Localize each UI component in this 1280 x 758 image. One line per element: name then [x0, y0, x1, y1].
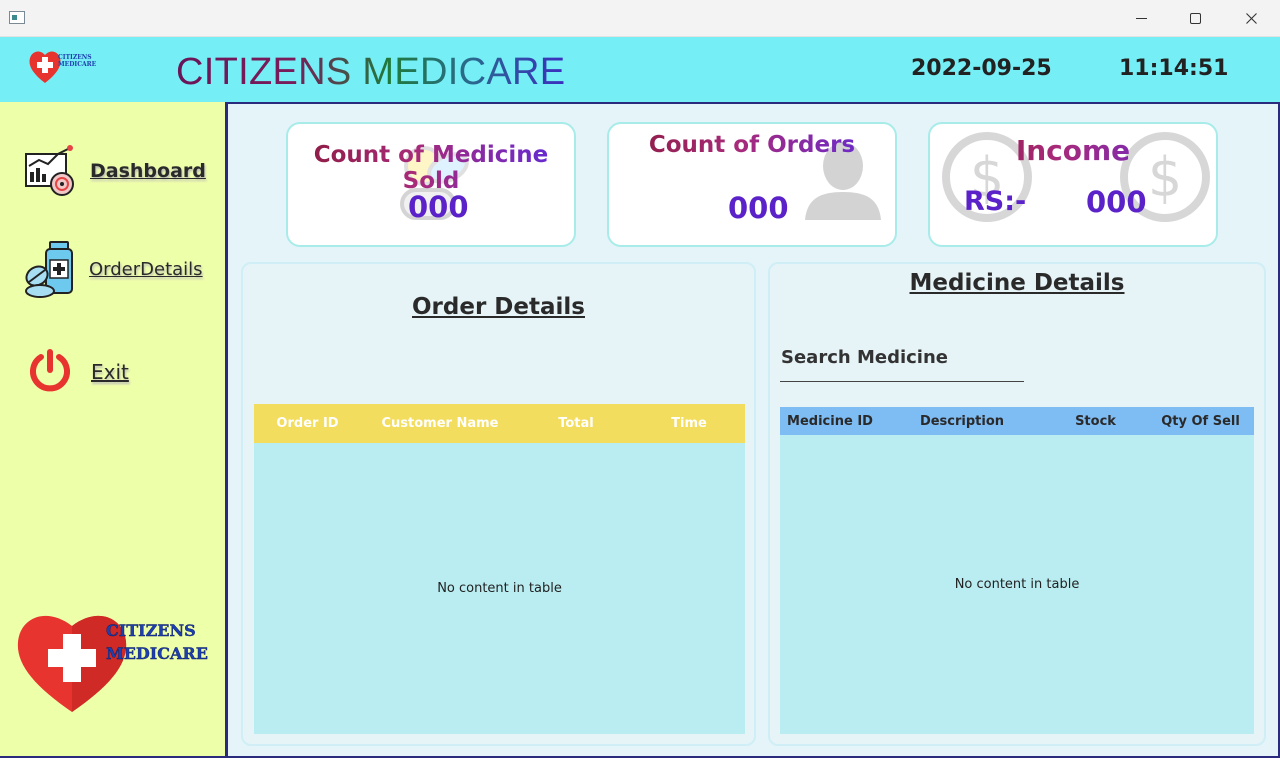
minimize-button[interactable]	[1118, 0, 1164, 37]
window-title-bar	[0, 0, 1280, 37]
currency-prefix: RS:-	[964, 186, 1027, 217]
sidebar-item-orderdetails[interactable]: OrderDetails	[0, 241, 225, 312]
column-header-customer-name[interactable]: Customer Name	[361, 416, 519, 431]
column-header-order-id[interactable]: Order ID	[254, 416, 361, 431]
close-button[interactable]	[1228, 0, 1274, 37]
maximize-icon	[1189, 13, 1201, 24]
power-icon	[30, 349, 70, 392]
column-header-stock[interactable]: Stock	[1044, 414, 1147, 429]
medicare-logo-icon: CITIZENS MEDICARE	[29, 51, 97, 83]
column-header-medicine-id[interactable]: Medicine ID	[780, 414, 880, 429]
svg-text:MEDICARE: MEDICARE	[106, 644, 208, 663]
search-medicine-input[interactable]	[780, 381, 1024, 382]
maximize-button[interactable]	[1172, 0, 1218, 37]
panel-title: Medicine Details	[909, 270, 1125, 296]
medicine-sold-value: 000	[408, 190, 469, 224]
sidebar-item-label: Exit	[91, 360, 129, 384]
orders-table[interactable]: Order ID Customer Name Total Time No con…	[254, 404, 745, 734]
card-title: Income	[930, 134, 1216, 167]
medicine-sold-card: Count of Medicine Sold 000	[286, 122, 576, 247]
app-header: CITIZENS MEDICARE CITIZENS MEDICARE 2022…	[0, 37, 1280, 102]
column-header-qty-of-sell[interactable]: Qty Of Sell	[1147, 414, 1254, 429]
search-medicine-label: Search Medicine	[781, 347, 948, 368]
medicine-bottle-icon	[25, 241, 73, 298]
medicine-details-panel: Medicine Details Search Medicine Medicin…	[768, 262, 1266, 746]
medicine-table[interactable]: Medicine ID Description Stock Qty Of Sel…	[780, 407, 1254, 734]
column-header-time[interactable]: Time	[633, 416, 745, 431]
column-header-total[interactable]: Total	[519, 416, 633, 431]
column-header-description[interactable]: Description	[880, 414, 1044, 429]
current-date: 2022-09-25	[911, 56, 1052, 81]
dashboard-chart-icon	[25, 145, 74, 196]
sidebar-item-exit[interactable]: Exit	[0, 342, 225, 412]
sidebar-item-dashboard[interactable]: Dashboard	[0, 142, 225, 212]
order-details-panel: Order Details Order ID Customer Name Tot…	[241, 262, 756, 746]
card-title: Count of Orders	[609, 132, 895, 158]
table-body: No content in table	[780, 435, 1254, 734]
empty-table-message: No content in table	[954, 577, 1080, 592]
orders-count-value: 000	[728, 191, 789, 225]
sidebar-item-label: OrderDetails	[89, 259, 203, 280]
income-value: 000	[1086, 185, 1147, 219]
card-title: Count of Medicine Sold	[288, 142, 574, 194]
table-header: Medicine ID Description Stock Qty Of Sel…	[780, 407, 1254, 435]
panel-title: Order Details	[412, 294, 585, 320]
empty-table-message: No content in table	[437, 581, 562, 596]
table-header: Order ID Customer Name Total Time	[254, 404, 745, 443]
svg-text:CITIZENS: CITIZENS	[58, 54, 92, 61]
app-window-icon	[9, 11, 25, 24]
app-title: CITIZENS MEDICARE	[176, 51, 566, 93]
svg-text:CITIZENS: CITIZENS	[106, 621, 196, 640]
table-body: No content in table	[254, 443, 745, 734]
medicare-logo-icon: CITIZENS MEDICARE	[17, 615, 208, 712]
close-icon	[1245, 13, 1257, 24]
orders-count-card: Count of Orders 000	[607, 122, 897, 247]
current-time: 11:14:51	[1119, 56, 1229, 81]
income-card: $ $ Income RS:- 000	[928, 122, 1218, 247]
minimize-icon	[1135, 17, 1147, 19]
main-content: Count of Medicine Sold 000 Count of Orde…	[228, 102, 1280, 758]
svg-text:MEDICARE: MEDICARE	[58, 61, 97, 68]
sidebar: Dashboard OrderDetails Exit CITIZENS MED…	[0, 102, 228, 758]
sidebar-item-label: Dashboard	[90, 160, 206, 182]
